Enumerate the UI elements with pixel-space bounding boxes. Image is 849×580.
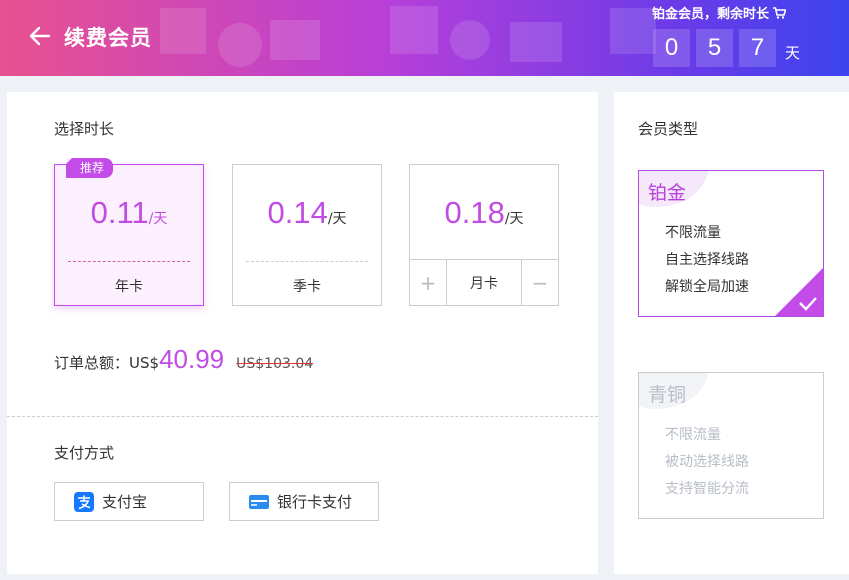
member-type-platinum[interactable]: 铂金 不限流量 自主选择线路 解锁全局加速: [638, 170, 824, 317]
feature-item: 不限流量: [665, 427, 721, 443]
plan-price-unit: /天: [148, 211, 168, 227]
countdown-digit: 7: [739, 29, 776, 67]
plan-divider: [68, 261, 190, 262]
duration-label: 选择时长: [54, 120, 115, 138]
feature-item: 不限流量: [665, 225, 721, 241]
header-bar: 续费会员 铂金会员，剩余时长 0 5 7 天: [0, 0, 849, 76]
plan-price: 0.14/天: [233, 195, 381, 231]
plan-card-monthly[interactable]: 0.18/天 + 月卡 −: [409, 164, 559, 306]
plan-price-unit: /天: [504, 211, 524, 227]
plan-divider: [246, 261, 368, 262]
quantity-stepper: + 月卡 −: [410, 259, 558, 305]
order-currency: US$: [129, 354, 160, 372]
feature-item: 被动选择线路: [665, 454, 749, 470]
countdown-digit: 5: [696, 29, 733, 67]
plan-price-unit: /天: [327, 211, 347, 227]
order-amount: 40.99: [159, 344, 225, 374]
plan-card-yearly[interactable]: 推荐 0.11/天 年卡: [54, 158, 204, 306]
plan-price-value: 0.14: [267, 195, 328, 230]
feature-item: 自主选择线路: [665, 252, 749, 268]
plan-price-value: 0.18: [444, 195, 505, 230]
feature-item: 支持智能分流: [665, 481, 749, 497]
main-panel: 选择时长 推荐 0.11/天 年卡 0.14/天 季卡 0.18/天 + 月卡 …: [7, 92, 598, 574]
stepper-minus-button[interactable]: −: [521, 260, 558, 305]
order-total-label: 订单总额：: [54, 354, 130, 372]
payment-method-label: 支付宝: [102, 493, 148, 511]
member-type-title: 铂金: [648, 182, 687, 204]
page-title: 续费会员: [64, 26, 152, 50]
member-status-text: 铂金会员，剩余时长: [652, 7, 770, 22]
member-status: 铂金会员，剩余时长: [652, 3, 787, 22]
order-total: 订单总额： US$ 40.99 US$103.04: [54, 344, 313, 375]
plan-card-quarterly[interactable]: 0.14/天 季卡: [232, 164, 382, 306]
payment-method-label: 银行卡支付: [277, 493, 353, 511]
recommend-tag: 推荐: [66, 158, 114, 178]
feature-item: 解锁全局加速: [665, 279, 749, 295]
plan-price: 0.11/天: [55, 195, 203, 231]
member-type-title: 青铜: [648, 384, 687, 406]
countdown: 0 5 7 天: [653, 29, 800, 67]
countdown-digit: 0: [653, 29, 690, 67]
payment-label: 支付方式: [54, 444, 115, 462]
countdown-unit: 天: [785, 43, 801, 62]
back-arrow-icon[interactable]: [28, 24, 52, 48]
alipay-icon: [74, 491, 94, 512]
member-type-bronze[interactable]: 青铜 不限流量 被动选择线路 支持智能分流: [638, 372, 824, 519]
original-price: US$103.04: [236, 356, 314, 372]
member-type-panel: 会员类型 铂金 不限流量 自主选择线路 解锁全局加速 青铜 不限流量 被动选择线…: [614, 92, 849, 574]
plan-name: 季卡: [293, 279, 321, 295]
feature-list: 不限流量 被动选择线路 支持智能分流: [665, 422, 749, 503]
header-pattern: [160, 6, 656, 67]
feature-list: 不限流量 自主选择线路 解锁全局加速: [665, 220, 749, 301]
checkmark-icon: [799, 297, 817, 311]
cart-icon[interactable]: [773, 6, 787, 19]
plan-name: 月卡: [470, 275, 498, 292]
section-divider: [7, 416, 598, 417]
bank-card-button[interactable]: 银行卡支付: [229, 482, 379, 521]
bank-card-icon: [249, 494, 269, 509]
stepper-plus-button[interactable]: +: [410, 260, 447, 305]
alipay-button[interactable]: 支付宝: [54, 482, 204, 521]
plan-price: 0.18/天: [410, 195, 558, 231]
member-type-label: 会员类型: [638, 120, 699, 138]
plan-name: 年卡: [115, 279, 143, 295]
plan-price-value: 0.11: [90, 195, 149, 230]
